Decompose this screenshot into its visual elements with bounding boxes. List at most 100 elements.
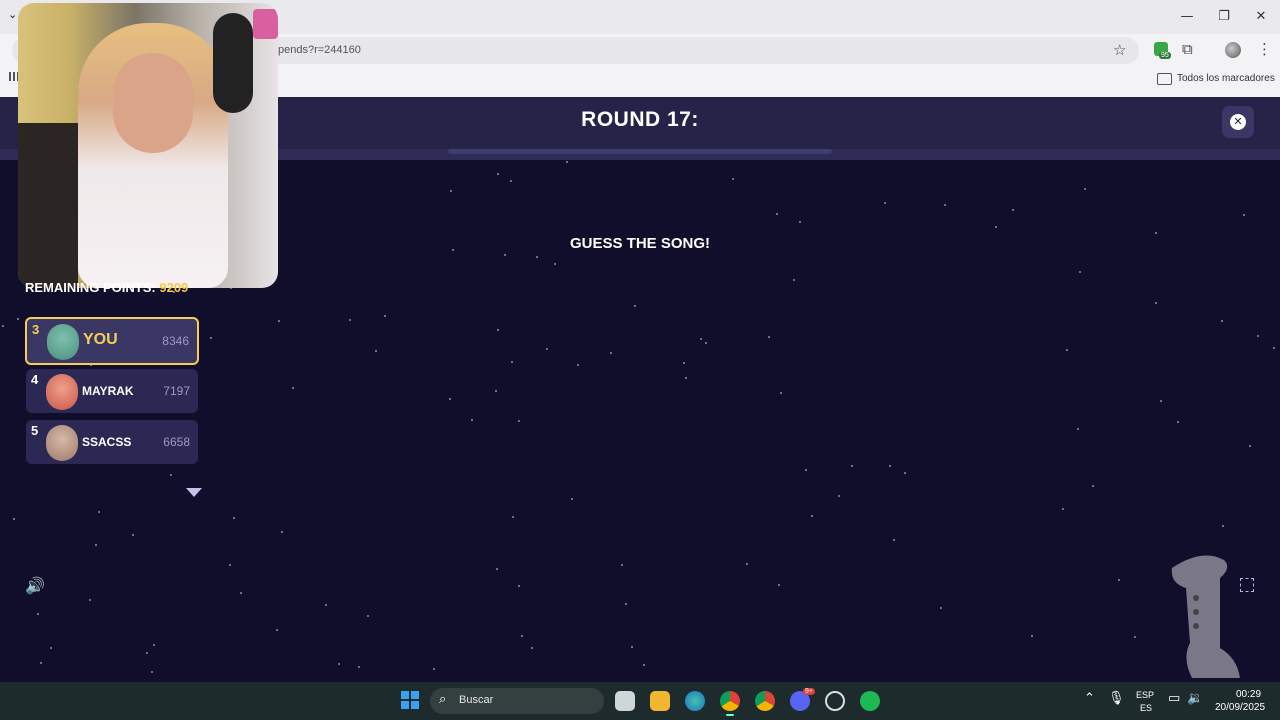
star (643, 664, 645, 666)
mascot-watermark (1171, 555, 1240, 678)
star (1155, 302, 1157, 304)
input-region[interactable]: ES (1140, 703, 1152, 713)
star (1012, 209, 1014, 211)
star (536, 256, 538, 258)
star (1249, 445, 1251, 447)
tab-list-chevron-icon[interactable]: ⌄ (8, 8, 17, 21)
star (1031, 635, 1033, 637)
star (1257, 335, 1259, 337)
star (384, 315, 386, 317)
remaining-points-label: REMAINING POINTS: (25, 280, 156, 295)
chrome-icon[interactable] (755, 691, 775, 711)
star (776, 213, 778, 215)
star (13, 518, 15, 520)
extensions-puzzle-icon[interactable]: ⧉ (1182, 40, 1193, 58)
webcam-headphones (213, 13, 253, 113)
player-avatar (46, 425, 78, 461)
star (146, 652, 148, 654)
windows-start-icon[interactable] (401, 691, 419, 709)
star (1177, 421, 1179, 423)
minimize-button[interactable]: — (1170, 6, 1204, 28)
webcam-overlay (18, 3, 278, 288)
chrome-active-icon[interactable] (720, 691, 740, 711)
fullscreen-icon[interactable] (1240, 578, 1254, 592)
star (151, 671, 153, 673)
star (1134, 636, 1136, 638)
star (358, 666, 360, 668)
star (944, 204, 946, 206)
network-icon[interactable]: ▭ (1168, 691, 1180, 706)
star (17, 318, 19, 320)
file-explorer-icon[interactable] (650, 691, 670, 711)
star (940, 607, 942, 609)
star (367, 615, 369, 617)
spotify-icon[interactable] (860, 691, 880, 711)
microphone-icon[interactable]: 🎙 (1108, 691, 1125, 706)
profile-avatar[interactable] (1225, 42, 1241, 58)
more-menu-icon[interactable]: ⋮ (1257, 40, 1272, 58)
apps-grid-icon[interactable] (9, 72, 18, 81)
star (1079, 271, 1081, 273)
star (325, 604, 327, 606)
input-language[interactable]: ESP (1136, 690, 1154, 700)
star (452, 249, 454, 251)
clock-time[interactable]: 00:29 (1236, 689, 1261, 700)
star (2, 325, 4, 327)
star (1066, 349, 1068, 351)
star (375, 350, 377, 352)
clock-date[interactable]: 20/09/2025 (1215, 702, 1265, 713)
bookmark-star-icon[interactable]: ☆ (1113, 41, 1126, 59)
player-score: 8346 (162, 334, 189, 348)
task-view-icon[interactable] (615, 691, 635, 711)
star (240, 592, 242, 594)
star (496, 568, 498, 570)
webcam-background-shelf (18, 123, 78, 288)
player-name: MAYRAK (82, 384, 134, 398)
volume-icon[interactable]: 🔊 (25, 576, 45, 595)
star (889, 465, 891, 467)
all-bookmarks-link[interactable]: Todos los marcadores (1177, 73, 1275, 84)
star (1077, 428, 1079, 430)
star (893, 539, 895, 541)
round-title: ROUND 17: (581, 108, 699, 131)
star (40, 662, 42, 664)
star (170, 474, 172, 476)
star (510, 180, 512, 182)
star (1273, 347, 1275, 349)
player-score: 7197 (163, 384, 190, 398)
active-app-indicator (726, 714, 734, 716)
player-avatar (46, 374, 78, 410)
obs-icon[interactable] (825, 691, 845, 711)
star (838, 495, 840, 497)
player-avatar (47, 324, 79, 360)
player-name: SSACSS (82, 435, 132, 449)
star (471, 419, 473, 421)
player-name: YOU (83, 331, 118, 348)
url-text[interactable]: pends?r=244160 (278, 44, 361, 56)
star (278, 320, 280, 322)
star (634, 305, 636, 307)
star (450, 190, 452, 192)
star (1092, 485, 1094, 487)
star (229, 564, 231, 566)
star (518, 585, 520, 587)
speaker-icon[interactable]: 🔉 (1187, 691, 1203, 706)
star (495, 390, 497, 392)
exit-game-button[interactable]: ✕ (1222, 106, 1254, 138)
close-window-button[interactable]: ✕ (1244, 6, 1278, 28)
star (449, 398, 451, 400)
taskbar-search[interactable]: ⌕ Buscar (430, 688, 604, 714)
star (546, 348, 548, 350)
star (37, 613, 39, 615)
star (233, 517, 235, 519)
tray-overflow-chevron-icon[interactable]: ⌃ (1084, 691, 1095, 706)
star (518, 420, 520, 422)
maximize-button[interactable]: ❐ (1207, 6, 1241, 28)
star (276, 629, 278, 631)
star (778, 584, 780, 586)
folder-icon[interactable] (1157, 73, 1172, 85)
leaderboard-scroll-down-icon[interactable] (186, 488, 202, 497)
star (512, 516, 514, 518)
star (700, 338, 702, 340)
edge-icon[interactable] (685, 691, 705, 711)
